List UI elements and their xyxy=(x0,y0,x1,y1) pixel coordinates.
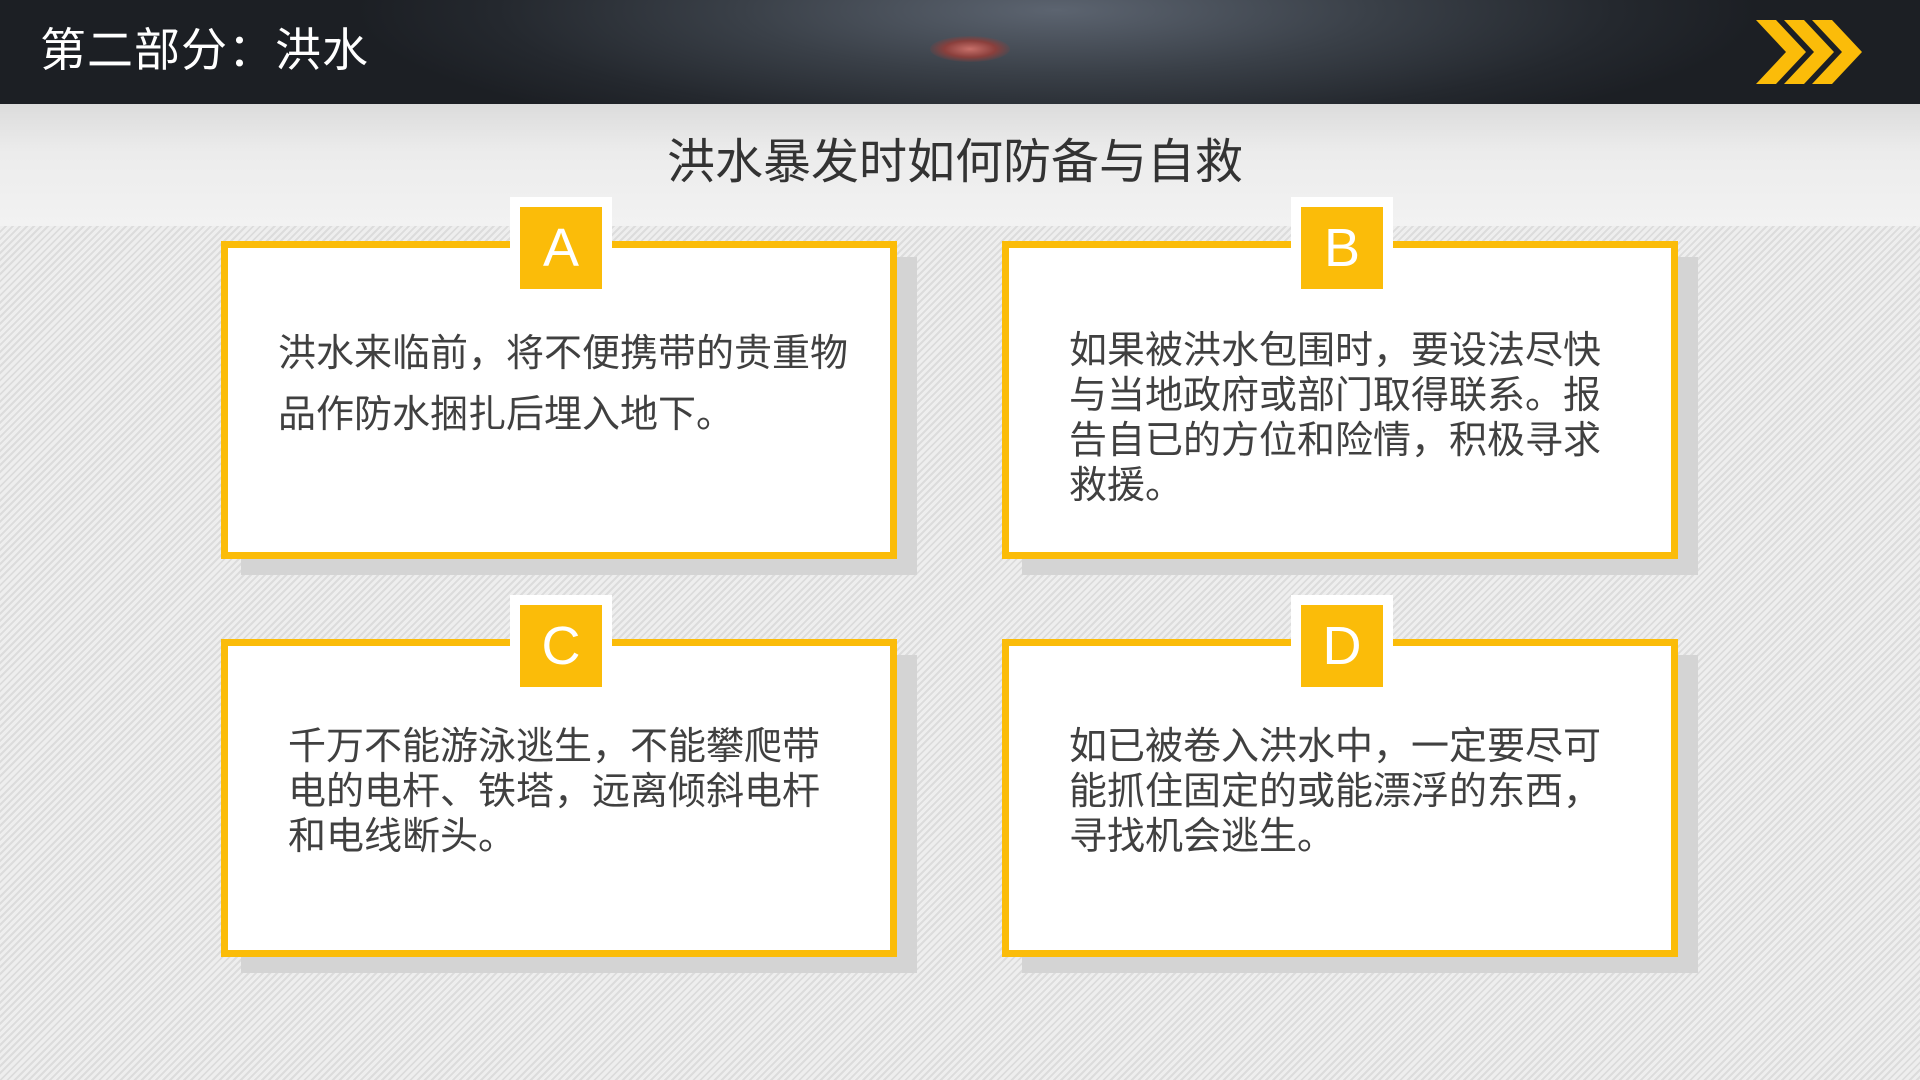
card-text: 千万不能游泳逃生，不能攀爬带电的电杆、铁塔，远离倾斜电杆和电线断头。 xyxy=(288,724,821,858)
header-bar: 第二部分：洪水 xyxy=(0,0,1920,104)
card-b: B 如果被洪水包围时，要设法尽快与当地政府或部门取得联系。报告自已的方位和险情，… xyxy=(1002,197,1678,559)
card-badge: A xyxy=(520,207,602,289)
card-text: 洪水来临前，将不便携带的贵重物品作防水捆扎后埋入地下。 xyxy=(278,331,849,436)
triple-chevron-right-icon xyxy=(1756,20,1862,84)
card-text: 如果被洪水包围时，要设法尽快与当地政府或部门取得联系。报告自已的方位和险情，积极… xyxy=(1069,328,1602,507)
section-title: 第二部分：洪水 xyxy=(40,23,369,77)
card-a: A 洪水来临前，将不便携带的贵重物品作防水捆扎后埋入地下。 xyxy=(221,197,897,559)
header-background-glow xyxy=(930,36,1010,62)
page-title: 洪水暴发时如何防备与自救 xyxy=(666,134,1243,190)
card-text: 如已被卷入洪水中，一定要尽可能抓住固定的或能漂浮的东西，寻找机会逃生。 xyxy=(1069,724,1602,858)
card-badge: C xyxy=(520,605,602,687)
card-d: D 如已被卷入洪水中，一定要尽可能抓住固定的或能漂浮的东西，寻找机会逃生。 xyxy=(1002,595,1678,957)
card-badge-frame: C xyxy=(510,595,612,691)
card-badge: D xyxy=(1301,605,1383,687)
card-badge-frame: A xyxy=(510,197,612,293)
card-badge-frame: B xyxy=(1291,197,1393,293)
card-badge: B xyxy=(1301,207,1383,289)
card-c: C 千万不能游泳逃生，不能攀爬带电的电杆、铁塔，远离倾斜电杆和电线断头。 xyxy=(221,595,897,957)
card-badge-frame: D xyxy=(1291,595,1393,691)
